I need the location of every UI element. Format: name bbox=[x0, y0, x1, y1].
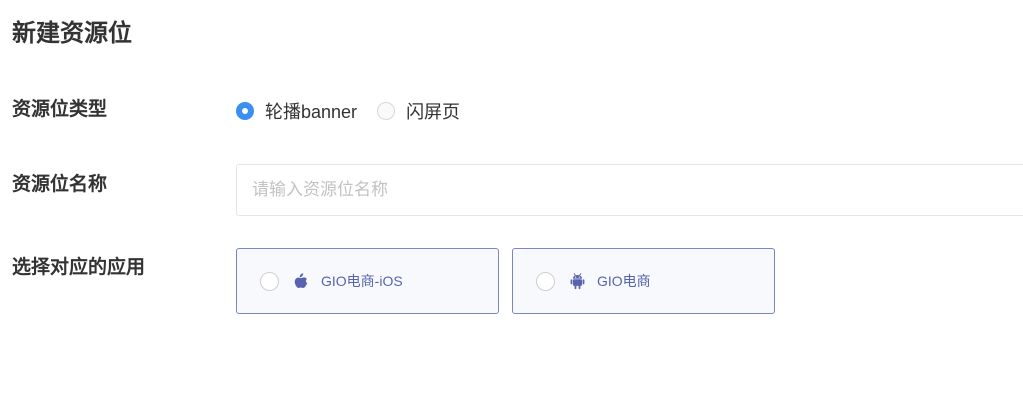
app-card-android[interactable]: GIO电商 bbox=[512, 248, 775, 314]
radio-label-splash: 闪屏页 bbox=[406, 102, 461, 122]
app-name-ios: GIO电商-iOS bbox=[321, 273, 403, 289]
app-card-ios[interactable]: GIO电商-iOS bbox=[236, 248, 499, 314]
app-select-label: 选择对应的应用 bbox=[12, 257, 146, 278]
radio-option-banner[interactable]: 轮播banner bbox=[236, 98, 357, 124]
apple-icon bbox=[294, 272, 310, 290]
resource-name-input[interactable] bbox=[236, 164, 1023, 216]
resource-type-radio-group: 轮播banner 闪屏页 bbox=[236, 98, 460, 124]
page-title: 新建资源位 bbox=[12, 20, 132, 47]
app-radio-ios[interactable] bbox=[260, 271, 279, 291]
radio-option-splash[interactable]: 闪屏页 bbox=[377, 98, 460, 124]
radio-button-splash[interactable] bbox=[377, 102, 396, 120]
android-icon bbox=[570, 272, 586, 290]
radio-button-banner[interactable] bbox=[236, 102, 254, 120]
app-radio-android[interactable] bbox=[536, 271, 555, 291]
radio-label-banner: 轮播banner bbox=[265, 102, 358, 122]
app-name-android: GIO电商 bbox=[597, 273, 651, 289]
resource-type-label: 资源位类型 bbox=[12, 99, 108, 120]
resource-name-label: 资源位名称 bbox=[12, 174, 108, 195]
